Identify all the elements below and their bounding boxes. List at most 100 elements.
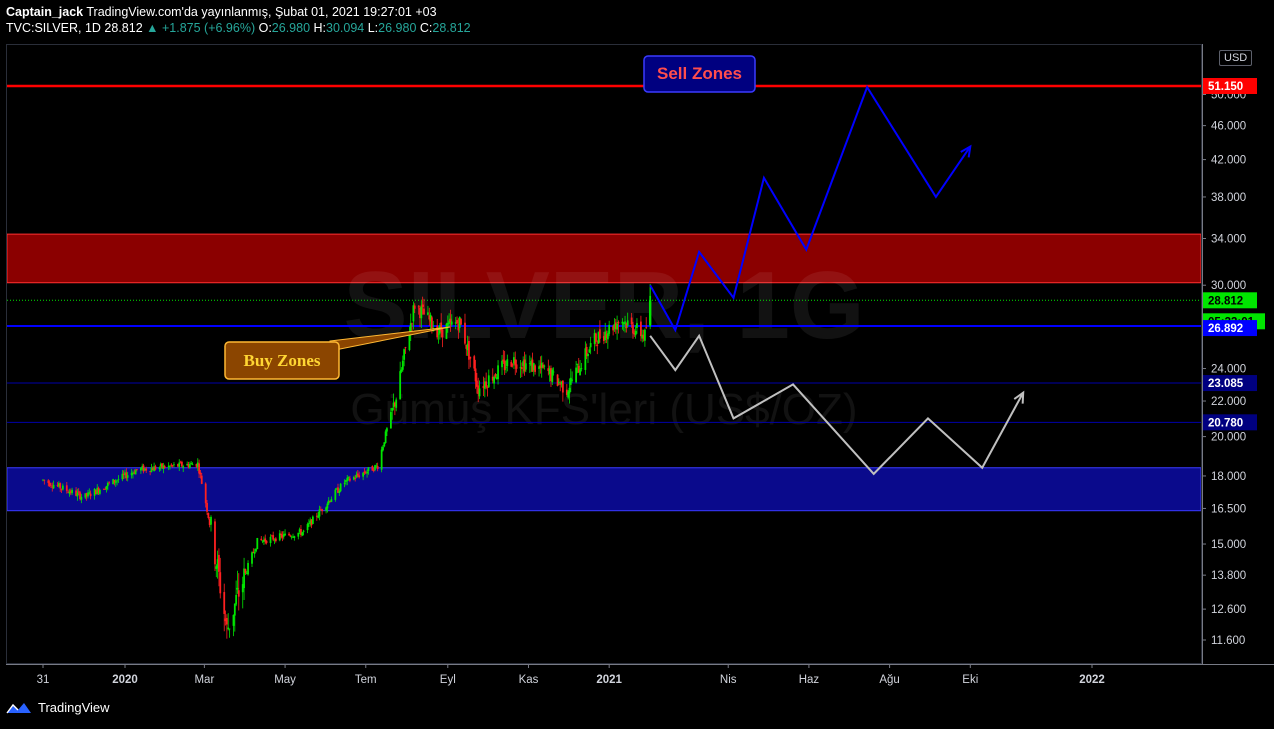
candle-body	[171, 465, 174, 467]
candle-body	[236, 587, 239, 590]
candle-body	[505, 367, 507, 369]
candle-body	[356, 473, 359, 476]
candle-body	[400, 369, 403, 372]
candle-body	[568, 387, 571, 394]
tradingview-logo[interactable]: TradingView	[6, 700, 110, 715]
currency-button[interactable]: USD	[1219, 50, 1253, 66]
candle-body	[534, 365, 536, 372]
time-tick-label: 2021	[596, 674, 622, 686]
candle-body	[105, 485, 108, 490]
candle-body	[408, 333, 411, 350]
candle-body	[621, 321, 624, 324]
candle-body	[163, 466, 166, 469]
candle-body	[575, 367, 577, 383]
candle-body	[556, 374, 559, 386]
candle-body	[346, 477, 349, 481]
candle-body	[293, 536, 296, 539]
candle-body	[244, 568, 247, 573]
candle-body	[269, 536, 272, 544]
candle-body	[616, 323, 619, 330]
candle-body	[89, 493, 92, 497]
candle-body	[136, 469, 138, 470]
candle-body	[50, 485, 52, 487]
candle-body	[401, 360, 404, 370]
chart-canvas[interactable]: SILVER, 1GGümüş KFS'leri (US$/OZ)Sell Zo…	[0, 0, 1274, 729]
price-tick-label: 18.000	[1211, 471, 1246, 483]
candle-body	[339, 483, 342, 492]
candle-body	[608, 324, 611, 334]
candle-body	[180, 461, 183, 467]
price-tick-label: 46.000	[1211, 121, 1246, 133]
candle-body	[421, 304, 424, 307]
price-label-text: 23.085	[1208, 378, 1244, 390]
candle-body	[367, 467, 370, 471]
candle-body	[390, 412, 392, 429]
candle-body	[265, 540, 268, 544]
time-tick-label: Mar	[194, 674, 214, 686]
candle-body	[587, 353, 589, 357]
candle-body	[88, 492, 91, 494]
time-tick-label: Nis	[720, 674, 737, 686]
price-label-text: 26.892	[1208, 323, 1243, 335]
candle-body	[571, 379, 574, 381]
candle-body	[599, 329, 601, 339]
candle-body	[321, 509, 324, 512]
candle-body	[445, 323, 448, 339]
candle-body	[198, 463, 200, 474]
candle-body	[645, 326, 648, 328]
candle-body	[358, 475, 361, 478]
price-tick-label: 30.000	[1211, 280, 1246, 292]
candle-body	[106, 482, 109, 487]
candle-body	[580, 368, 583, 369]
time-tick-label: Ağu	[879, 674, 899, 686]
candle-body	[464, 322, 466, 344]
candle-body	[391, 407, 394, 411]
price-tick-label: 15.000	[1211, 539, 1246, 551]
candle-body	[596, 344, 599, 346]
candle-body	[318, 509, 321, 517]
candle-body	[404, 347, 407, 348]
candle-body	[626, 320, 629, 326]
candle-body	[65, 485, 68, 491]
candle-body	[330, 499, 333, 503]
price-label-text: 28.812	[1208, 295, 1243, 307]
candle-body	[485, 381, 488, 387]
price-tick-label: 38.000	[1211, 192, 1246, 204]
candle-body	[520, 367, 523, 370]
candle-body	[108, 482, 111, 484]
candle-body	[511, 364, 514, 366]
time-tick-label: May	[274, 674, 296, 686]
candle-body	[474, 368, 477, 382]
sell-zones-label: Sell Zones	[643, 55, 756, 93]
candle-body	[441, 329, 444, 338]
candle-body	[589, 343, 592, 348]
candle-body	[43, 479, 46, 481]
candle-body	[204, 483, 207, 504]
candle-body	[145, 468, 148, 471]
time-tick-label: Tem	[355, 674, 377, 686]
candle-body	[456, 319, 458, 324]
candle-body	[338, 491, 341, 494]
candle-body	[256, 537, 259, 550]
candle-body	[59, 483, 62, 489]
time-tick-label: 2022	[1079, 674, 1105, 686]
buy-zones-text: Buy Zones	[244, 351, 321, 370]
candle-body	[588, 349, 591, 353]
price-tick-label: 13.800	[1211, 570, 1246, 582]
candle-body	[460, 319, 462, 325]
candle-body	[420, 306, 423, 319]
candle-body	[71, 489, 74, 494]
candle-body	[437, 333, 440, 335]
watermark-name: Gümüş KFS'leri (US$/OZ)	[350, 385, 857, 434]
candle-body	[403, 349, 406, 360]
price-tick-label: 24.000	[1211, 364, 1246, 376]
candle-body	[188, 464, 191, 468]
candle-body	[190, 463, 193, 465]
price-tick-label: 11.600	[1211, 635, 1245, 647]
candle-body	[595, 333, 597, 342]
candle-body	[372, 469, 375, 472]
price-tick-label: 42.000	[1211, 155, 1246, 167]
plot-area: SILVER, 1GGümüş KFS'leri (US$/OZ)Sell Zo…	[7, 55, 1201, 639]
candle-body	[503, 360, 506, 371]
candle-body	[376, 466, 379, 469]
